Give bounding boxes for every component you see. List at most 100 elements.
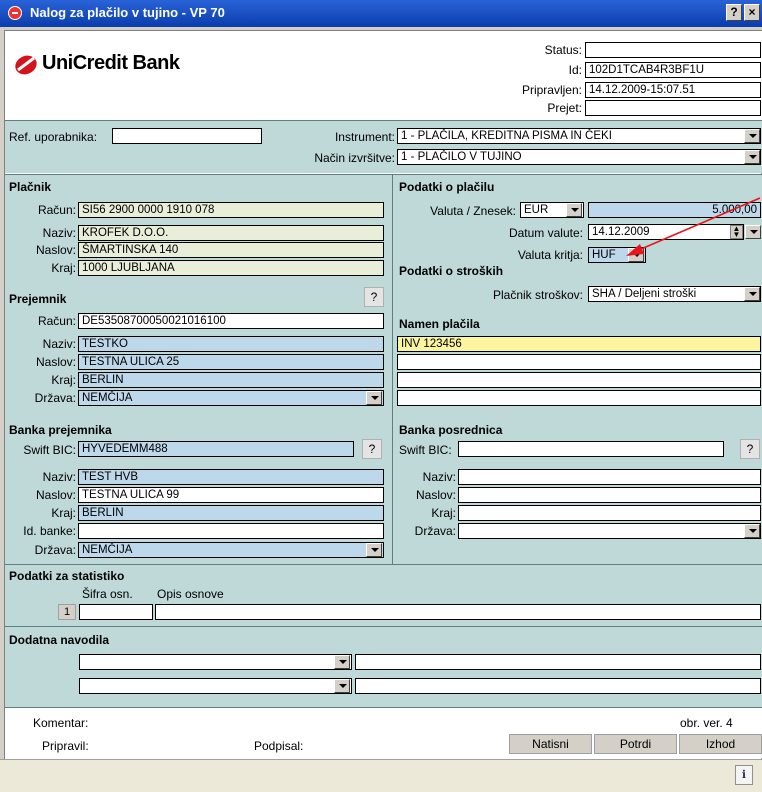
intermediary-address-label: Naslov: (415, 488, 456, 502)
recipient-address-field[interactable]: TESTNA ULICA 25 (78, 354, 384, 370)
recipient-country-label: Država: (34, 391, 76, 405)
statistics-desc-header: Opis osnove (157, 587, 224, 601)
purpose-line-2[interactable] (397, 354, 761, 370)
confirm-button[interactable]: Potrdi (594, 734, 677, 754)
recipient-account-field[interactable]: DE53508700050021016100 (78, 313, 384, 329)
recipient-country-dropdown-icon[interactable] (366, 391, 382, 405)
extra-text-1[interactable] (355, 654, 761, 670)
purpose-line-3[interactable] (397, 372, 761, 388)
form-version: obr. ver. 4 (680, 716, 733, 730)
extra-text-2[interactable] (355, 678, 761, 694)
intermediary-swift-label: Swift BIC: (399, 443, 452, 457)
intermediary-swift-field[interactable] (458, 441, 724, 457)
close-window-button[interactable]: × (744, 4, 760, 21)
recipient-account-label: Račun: (37, 314, 76, 328)
purpose-line-4[interactable] (397, 390, 761, 406)
exit-button[interactable]: Izhod (679, 734, 762, 754)
statistics-row-number: 1 (58, 604, 76, 620)
recipient-bank-city-label: Kraj: (51, 506, 76, 520)
amount-label: Valuta / Znesek: (430, 204, 516, 218)
ref-input[interactable] (112, 128, 262, 144)
method-dropdown-icon[interactable] (744, 150, 760, 164)
cover-currency-label: Valuta kritja: (517, 248, 583, 262)
payer-account-field[interactable]: SI56 2900 0000 1910 078 (78, 202, 384, 218)
extra-select-2[interactable] (79, 678, 352, 694)
payer-city-field[interactable]: 1000 LJUBLJANA (78, 260, 384, 276)
statistics-code-field[interactable] (79, 604, 153, 620)
title-bar: Nalog za plačilo v tujino - VP 70 ? × (0, 0, 762, 27)
intermediary-address-field[interactable] (458, 487, 761, 503)
received-label: Prejet: (547, 101, 582, 115)
recipient-bank-help-button[interactable]: ? (362, 439, 382, 459)
payer-name-field[interactable]: KROFEK D.O.O. (78, 225, 384, 241)
purpose-line-1[interactable]: INV 123456 (397, 336, 761, 352)
unicredit-logo-icon (14, 53, 42, 77)
help-window-button[interactable]: ? (726, 4, 742, 21)
intermediary-country-dropdown-icon[interactable] (744, 524, 760, 538)
prepared-label: Pripravljen: (521, 83, 582, 97)
window-title: Nalog za plačilo v tujino - VP 70 (30, 5, 225, 20)
extra-select-2-dropdown-icon[interactable] (334, 679, 350, 693)
recipient-bank-id-field[interactable] (78, 523, 384, 539)
recipient-address-label: Naslov: (35, 355, 76, 369)
recipient-name-field[interactable]: TESTKO (78, 336, 384, 352)
recipient-country-select[interactable]: NEMČIJA (78, 390, 384, 406)
intermediary-country-label: Država: (414, 524, 456, 538)
extra-select-1[interactable] (79, 654, 352, 670)
info-icon[interactable]: ℹ (735, 765, 753, 785)
payer-address-label: Naslov: (35, 243, 76, 257)
purpose-heading: Namen plačila (399, 317, 480, 331)
payer-address-field[interactable]: ŠMARTINSKA 140 (78, 242, 384, 258)
bank-name-logo: UniCredit Bank (42, 52, 180, 74)
intermediary-country-select[interactable] (458, 523, 761, 539)
ref-label: Ref. uporabnika: (9, 130, 98, 144)
recipient-heading: Prejemnik (9, 292, 67, 306)
prepared-by-label: Pripravil: (42, 739, 89, 753)
recipient-bank-country-select[interactable]: NEMČIJA (78, 542, 384, 558)
recipient-bank-id-label: Id. banke: (23, 524, 76, 538)
recipient-bank-country-dropdown-icon[interactable] (366, 543, 382, 557)
recipient-bank-address-field[interactable]: TESTNA ULICA 99 (78, 487, 384, 503)
costs-payer-dropdown-icon[interactable] (744, 287, 760, 301)
costs-payer-label: Plačnik stroškov: (492, 288, 583, 302)
payer-heading: Plačnik (9, 180, 52, 194)
statistics-heading: Podatki za statistiko (9, 569, 125, 583)
statistics-code-header: Šifra osn. (82, 587, 133, 601)
id-field: 102D1TCAB4R3BF1U (585, 62, 761, 78)
payer-name-label: Naziv: (42, 226, 76, 240)
value-date-label: Datum valute: (508, 226, 583, 240)
recipient-bank-swift-field[interactable]: HYVEDEMM488 (78, 441, 354, 457)
extra-select-1-dropdown-icon[interactable] (334, 655, 350, 669)
recipient-bank-swift-label: Swift BIC: (23, 443, 76, 457)
recipient-city-field[interactable]: BERLIN (78, 372, 384, 388)
payer-account-label: Račun: (37, 203, 76, 217)
print-button[interactable]: Natisni (509, 734, 592, 754)
method-select[interactable]: 1 - PLAČILO V TUJINO (397, 149, 761, 165)
status-field (585, 42, 761, 58)
status-label: Status: (544, 43, 582, 57)
id-label: Id: (568, 63, 582, 77)
statistics-desc-field[interactable] (155, 604, 761, 620)
recipient-bank-name-field[interactable]: TEST HVB (78, 469, 384, 485)
received-field (585, 100, 761, 116)
recipient-help-button[interactable]: ? (364, 287, 384, 307)
intermediary-bank-heading: Banka posrednica (399, 423, 503, 437)
instrument-select[interactable]: 1 - PLAČILA, KREDITNA PISMA IN ČEKI (397, 128, 761, 144)
recipient-bank-name-label: Naziv: (42, 470, 76, 484)
intermediary-city-field[interactable] (458, 505, 761, 521)
signed-by-label: Podpisal: (254, 739, 304, 753)
intermediary-help-button[interactable]: ? (740, 439, 760, 459)
recipient-bank-address-label: Naslov: (35, 488, 76, 502)
currency-dropdown-icon[interactable] (566, 203, 582, 217)
intermediary-name-field[interactable] (458, 469, 761, 485)
recipient-name-label: Naziv: (42, 337, 76, 351)
method-label: Način izvršitve: (314, 151, 395, 165)
recipient-city-label: Kraj: (51, 373, 76, 387)
app-icon (8, 6, 22, 20)
annotation-arrow-icon (626, 197, 761, 256)
costs-payer-select[interactable]: SHA / Deljeni stroški (588, 286, 761, 302)
instrument-dropdown-icon[interactable] (744, 129, 760, 143)
recipient-bank-city-field[interactable]: BERLIN (78, 505, 384, 521)
recipient-bank-heading: Banka prejemnika (9, 423, 112, 437)
intermediary-city-label: Kraj: (431, 506, 456, 520)
